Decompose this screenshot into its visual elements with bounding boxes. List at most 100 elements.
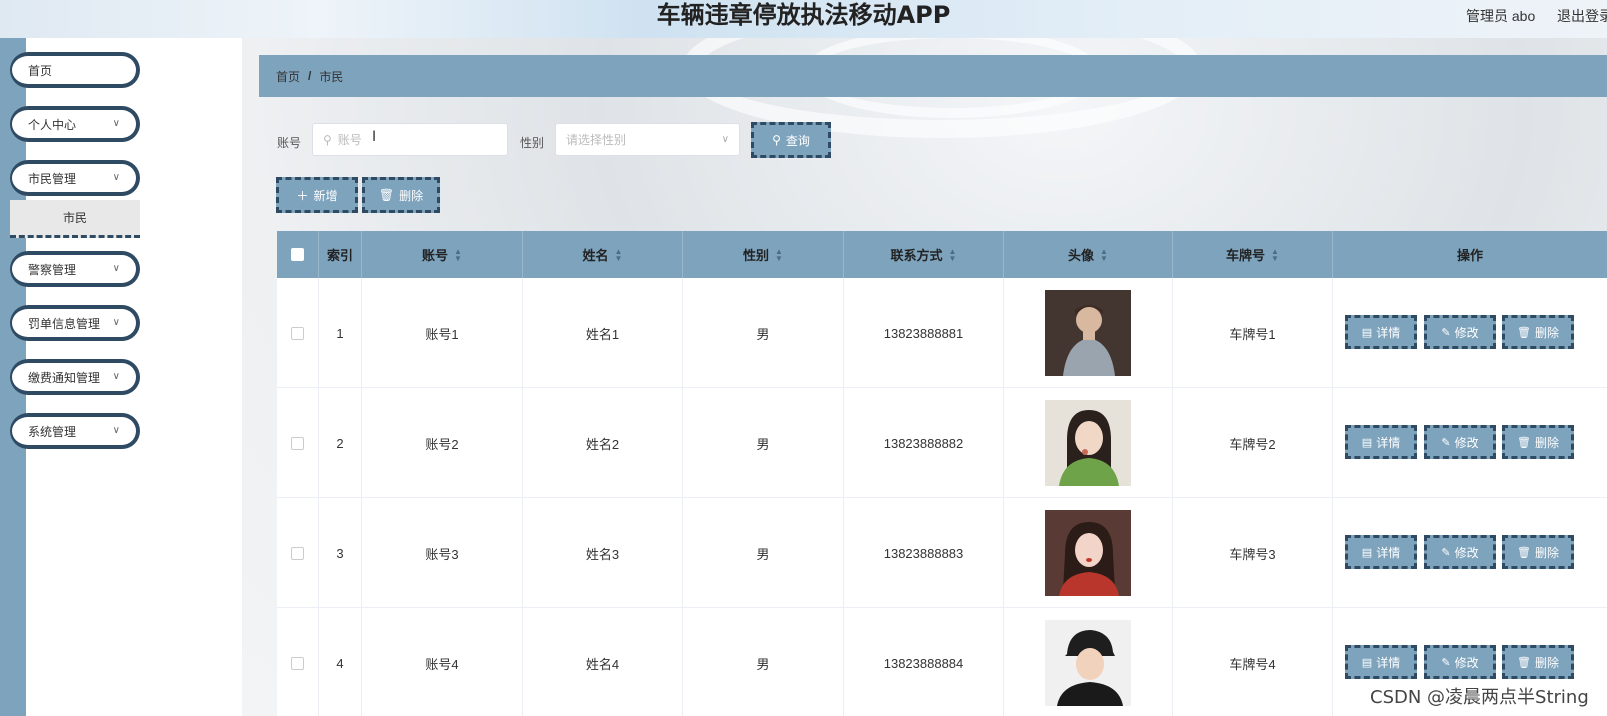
sidebar-item-label: 系统管理 — [28, 424, 77, 439]
chevron-down-icon: ∨ — [112, 263, 120, 274]
cell-plate: 车牌号1 — [1173, 278, 1333, 388]
sidebar-item-home[interactable]: 首页 — [10, 52, 140, 88]
header-ops-label: 操作 — [1456, 248, 1483, 263]
header-ops: 操作 — [1333, 231, 1607, 278]
table-row: 2 账号2 姓名2 男 13823888882 车牌号2 ▤ 详情 ✎ 修改 🗑 删除 — [277, 388, 1607, 498]
header-name-label: 姓名 — [582, 248, 609, 263]
edit-icon: ✎ — [1441, 436, 1451, 449]
header-plate[interactable]: 车牌号 ▲ ▼ — [1173, 231, 1333, 278]
delete-button[interactable]: 🗑 删除 — [1502, 315, 1574, 349]
batch-delete-label: 删除 — [399, 188, 424, 203]
header-name[interactable]: 姓名 ▲ ▼ — [523, 231, 683, 278]
avatar — [1045, 510, 1131, 596]
row-select-cell — [277, 278, 319, 388]
header-account-label: 账号 — [422, 248, 449, 263]
delete-button[interactable]: 🗑 删除 — [1502, 645, 1574, 679]
header-avatar[interactable]: 头像 ▲ ▼ — [1004, 231, 1173, 278]
detail-button[interactable]: ▤ 详情 — [1345, 315, 1417, 349]
chevron-down-icon: ∨ — [112, 118, 120, 129]
edit-button[interactable]: ✎ 修改 — [1424, 645, 1496, 679]
row-checkbox[interactable] — [291, 326, 304, 340]
detail-label: 详情 — [1376, 435, 1401, 450]
trash-icon: 🗑 — [1517, 436, 1531, 449]
sort-icon[interactable]: ▲ ▼ — [775, 247, 783, 262]
plus-icon: ＋ — [296, 188, 309, 203]
breadcrumb-home[interactable]: 首页 — [276, 68, 300, 85]
sidebar-item-label: 警察管理 — [28, 262, 77, 277]
cell-index: 3 — [319, 498, 362, 608]
breadcrumb: 首页 / 市民 — [259, 55, 1607, 97]
sidebar-item-police-management[interactable]: 警察管理 ∨ — [10, 251, 140, 287]
batch-delete-button[interactable]: 🗑 删除 — [362, 177, 440, 213]
sort-icon[interactable]: ▲ ▼ — [1100, 247, 1108, 262]
cell-gender: 男 — [683, 498, 844, 608]
delete-button[interactable]: 🗑 删除 — [1502, 535, 1574, 569]
row-select-cell — [277, 608, 319, 716]
select-all-checkbox[interactable] — [291, 248, 304, 261]
delete-button[interactable]: 🗑 删除 — [1502, 425, 1574, 459]
cell-ops: ▤ 详情 ✎ 修改 🗑 删除 — [1333, 388, 1607, 498]
sort-icon[interactable]: ▲ ▼ — [454, 247, 462, 262]
cell-phone: 13823888882 — [844, 388, 1004, 498]
edit-icon: ✎ — [1441, 326, 1451, 339]
cell-account: 账号4 — [362, 608, 523, 716]
sidebar-item-payment-notice-management[interactable]: 缴费通知管理 ∨ — [10, 359, 140, 395]
add-button[interactable]: ＋ 新增 — [276, 177, 358, 213]
sidebar-subitem-citizen[interactable]: 市民 — [10, 200, 140, 238]
edit-button[interactable]: ✎ 修改 — [1424, 315, 1496, 349]
detail-label: 详情 — [1376, 655, 1401, 670]
logout-link[interactable]: 退出登录 — [1557, 6, 1607, 26]
sort-icon[interactable]: ▲ ▼ — [1271, 247, 1279, 262]
cell-avatar — [1004, 608, 1173, 716]
gender-select[interactable]: 请选择性别 ∨ — [555, 123, 740, 156]
edit-button[interactable]: ✎ 修改 — [1424, 535, 1496, 569]
breadcrumb-current: 市民 — [319, 69, 344, 84]
row-checkbox[interactable] — [291, 656, 304, 670]
search-button[interactable]: ⚲ 查询 — [751, 122, 831, 158]
main-content: 首页 / 市民 账号 ⚲ 账号 性别 请选择性别 ∨ ⚲ 查询 ＋ 新增 🗑 删… — [242, 38, 1607, 716]
cell-name: 姓名4 — [523, 608, 683, 716]
header-phone[interactable]: 联系方式 ▲ ▼ — [844, 231, 1004, 278]
delete-label: 删除 — [1534, 545, 1559, 560]
row-checkbox[interactable] — [291, 546, 304, 560]
header-index: 索引 — [319, 231, 362, 278]
cell-gender: 男 — [683, 278, 844, 388]
sidebar-item-label: 缴费通知管理 — [28, 370, 101, 385]
sort-icon[interactable]: ▲ ▼ — [949, 247, 957, 262]
sidebar-item-personal-center[interactable]: 个人中心 ∨ — [10, 106, 140, 142]
row-checkbox[interactable] — [291, 436, 304, 450]
detail-button[interactable]: ▤ 详情 — [1345, 645, 1417, 679]
sidebar-item-citizen-management[interactable]: 市民管理 ∨ — [10, 160, 140, 196]
cell-account: 账号2 — [362, 388, 523, 498]
table-header: 索引 账号 ▲▼ 姓名 ▲▼ 性别 ▲▼ 联系方式 ▲▼ 头像 ▲▼ — [277, 231, 1607, 278]
sort-icon[interactable]: ▲ ▼ — [615, 247, 623, 262]
sidebar-item-label: 市民管理 — [28, 171, 77, 186]
cell-phone: 13823888884 — [844, 608, 1004, 716]
cell-index: 1 — [319, 278, 362, 388]
text-cursor-icon: Ⅰ — [372, 128, 377, 144]
edit-button[interactable]: ✎ 修改 — [1424, 425, 1496, 459]
delete-label: 删除 — [1534, 655, 1559, 670]
header-plate-label: 车牌号 — [1226, 248, 1266, 263]
account-search-input[interactable]: ⚲ 账号 — [312, 123, 508, 156]
delete-label: 删除 — [1534, 325, 1559, 340]
detail-button[interactable]: ▤ 详情 — [1345, 425, 1417, 459]
edit-label: 修改 — [1454, 325, 1479, 340]
document-icon: ▤ — [1361, 436, 1373, 449]
detail-button[interactable]: ▤ 详情 — [1345, 535, 1417, 569]
header-gender[interactable]: 性别 ▲ ▼ — [683, 231, 844, 278]
sidebar-item-system-management[interactable]: 系统管理 ∨ — [10, 413, 140, 449]
cell-ops: ▤ 详情 ✎ 修改 🗑 删除 — [1333, 278, 1607, 388]
cell-avatar — [1004, 498, 1173, 608]
header-account[interactable]: 账号 ▲ ▼ — [362, 231, 523, 278]
account-placeholder: 账号 — [337, 133, 362, 147]
cell-index: 4 — [319, 608, 362, 716]
detail-label: 详情 — [1376, 545, 1401, 560]
chevron-down-icon: ∨ — [112, 425, 120, 436]
search-button-label: 查询 — [785, 133, 810, 148]
cell-name: 姓名1 — [523, 278, 683, 388]
cell-account: 账号3 — [362, 498, 523, 608]
sidebar-item-label: 首页 — [28, 63, 53, 78]
edit-icon: ✎ — [1441, 546, 1451, 559]
sidebar-item-ticket-management[interactable]: 罚单信息管理 ∨ — [10, 305, 140, 341]
